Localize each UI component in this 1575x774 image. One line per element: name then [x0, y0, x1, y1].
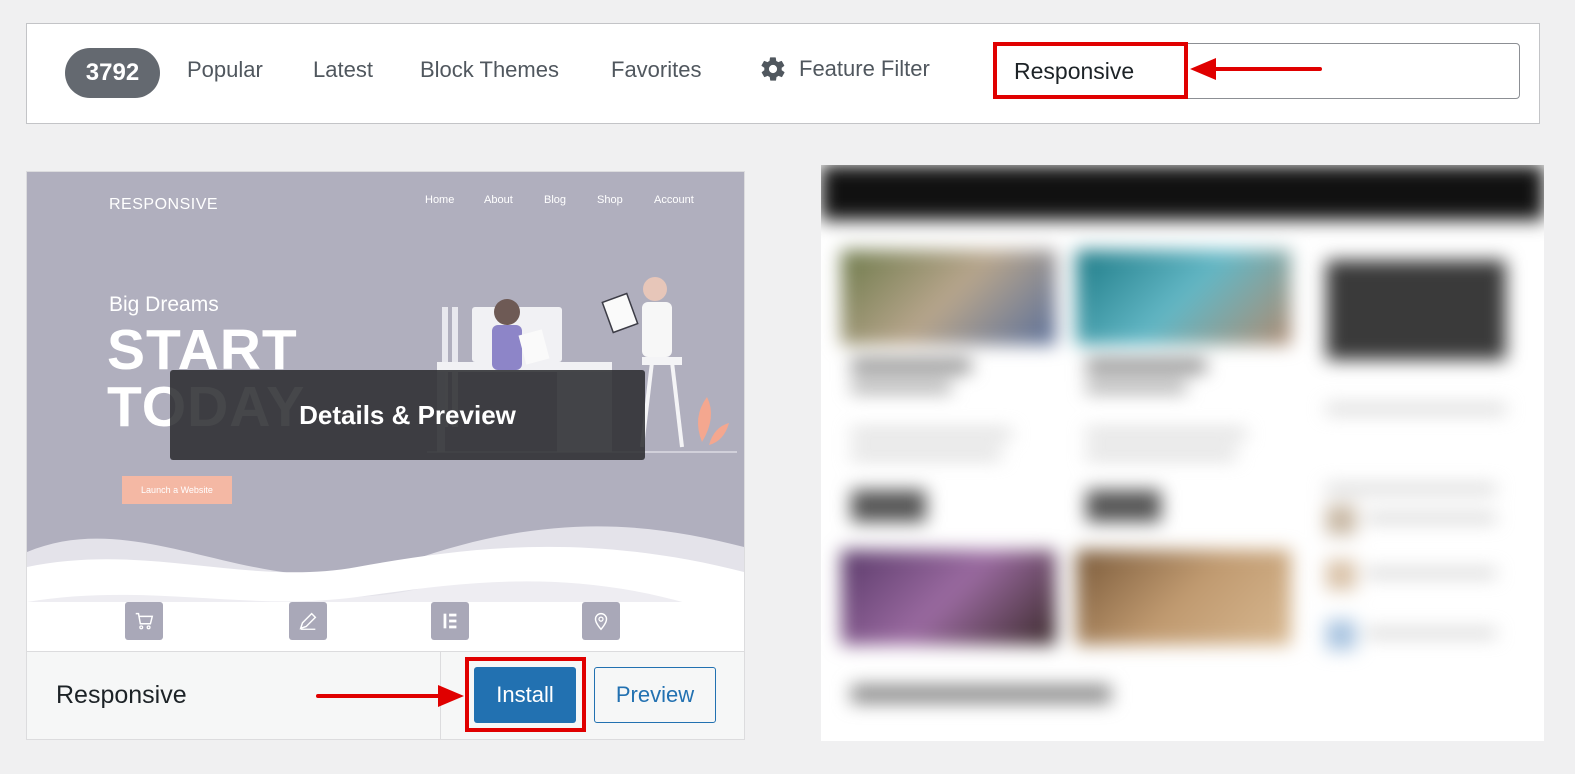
theme-card-footer: Responsive Install Preview	[27, 651, 744, 739]
screenshot-nav-item: Blog	[544, 194, 567, 206]
elementor-icon	[431, 602, 469, 640]
tab-latest[interactable]: Latest	[313, 57, 373, 83]
screenshot-nav-item: About	[484, 194, 513, 206]
screenshot-nav-item: Shop	[597, 194, 623, 206]
theme-card-responsive[interactable]: RESPONSIVE Home About Blog Shop Account …	[26, 171, 745, 740]
cart-icon	[125, 602, 163, 640]
blurred-theme-screenshot	[821, 165, 1544, 741]
location-pin-icon	[582, 602, 620, 640]
pencil-icon	[289, 602, 327, 640]
tab-favorites[interactable]: Favorites	[611, 57, 701, 83]
tab-popular[interactable]: Popular	[187, 57, 263, 83]
gear-icon	[761, 57, 785, 81]
theme-search-input[interactable]	[996, 43, 1520, 99]
screenshot-nav-item: Account	[654, 194, 694, 206]
screenshot-nav-item: Home	[425, 194, 455, 206]
feature-filter-button[interactable]: Feature Filter	[759, 55, 930, 83]
blurred-theme-card	[821, 165, 1544, 741]
screenshot-tagline: Big Dreams	[109, 293, 219, 316]
preview-button[interactable]: Preview	[594, 667, 716, 723]
details-preview-overlay[interactable]: Details & Preview	[170, 370, 645, 460]
feature-filter-label: Feature Filter	[799, 56, 930, 81]
theme-count-badge: 3792	[65, 48, 160, 98]
footer-divider	[440, 652, 441, 739]
install-button[interactable]: Install	[474, 667, 576, 723]
screenshot-logo: RESPONSIVE	[109, 196, 219, 213]
theme-name: Responsive	[56, 681, 187, 709]
theme-filter-bar: 3792 Popular Latest Block Themes Favorit…	[26, 23, 1540, 124]
tab-block-themes[interactable]: Block Themes	[420, 57, 559, 83]
